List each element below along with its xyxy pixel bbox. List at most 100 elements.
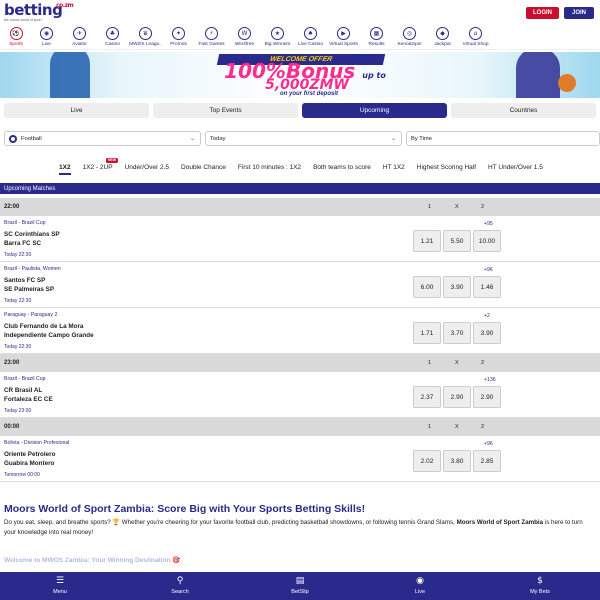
- category-nav: ⚽ Sports ◉ Live ✈ Aviator ♣ Casino ♛ MWOS Leagu..…: [0, 26, 600, 50]
- home-team: Club Fernando de La Mora: [4, 323, 84, 330]
- category-aviator[interactable]: ✈ Aviator: [63, 26, 96, 47]
- category-label: Live Casino: [297, 42, 324, 47]
- join-button[interactable]: JOIN: [563, 7, 594, 19]
- sport-select[interactable]: Football ⌄: [4, 131, 201, 146]
- aviator-icon: ✈: [73, 27, 86, 40]
- promo-banner[interactable]: WELCOME OFFER 100%Bonus up to 5,000ZMW o…: [0, 52, 600, 98]
- league-name[interactable]: Brazil - Brazil Cup: [4, 220, 46, 226]
- odds-home-button[interactable]: 6.00: [413, 276, 441, 298]
- chevron-down-icon: ⌄: [189, 136, 195, 142]
- league-name[interactable]: Paraguay - Paraguay 2: [4, 312, 57, 318]
- league-name[interactable]: Brazil - Paulista, Women: [4, 266, 61, 272]
- category-label: Live: [42, 42, 51, 47]
- category-casino[interactable]: ♣ Casino: [96, 26, 129, 47]
- odds-away-button[interactable]: 1.46: [473, 276, 501, 298]
- match-row[interactable]: Brazil - Brazil Cup SC Corinthians SP Barr…: [0, 216, 600, 262]
- match-row[interactable]: Paraguay - Paraguay 2 Club Fernando de La…: [0, 308, 600, 354]
- odds-draw-button[interactable]: 5.50: [443, 230, 471, 252]
- more-markets-link[interactable]: +136: [484, 377, 496, 383]
- odds-away-button[interactable]: 2.85: [473, 450, 501, 472]
- page-root: betting co.zm the moors world of sport LO…: [0, 0, 600, 600]
- more-markets-link[interactable]: +2: [484, 313, 490, 319]
- odds-home-button[interactable]: 1.71: [413, 322, 441, 344]
- bottom-nav-live[interactable]: ◉ Live: [360, 572, 480, 600]
- market-tab-first-10-minutes-1x2[interactable]: First 10 minutes : 1X2: [238, 164, 301, 171]
- odds-away-button[interactable]: 2.90: [473, 386, 501, 408]
- banner-amount: 5,000ZMW: [265, 77, 349, 93]
- sport-select-value: Football: [21, 135, 42, 142]
- bottom-nav-betslip[interactable]: ▤ BetSlip: [240, 572, 360, 600]
- more-markets-link[interactable]: +95: [484, 221, 493, 227]
- sort-select[interactable]: By Time: [406, 131, 600, 146]
- odds-column-draw: X: [455, 204, 459, 210]
- category-virtual-sports[interactable]: ▶ Virtual Sports: [327, 26, 360, 47]
- odds-draw-button[interactable]: 3.80: [443, 450, 471, 472]
- category-fast-games[interactable]: ⚡ Fast Games: [195, 26, 228, 47]
- odds-column-home: 1: [428, 204, 432, 210]
- time-group-header: 23:00 1 X 2: [0, 354, 600, 372]
- market-tab-under-over-2-5[interactable]: Under/Over 2.5: [125, 164, 169, 171]
- header: betting co.zm the moors world of sport LO…: [0, 0, 600, 26]
- league-name[interactable]: Brazil - Brazil Cup: [4, 376, 46, 382]
- tab-countries[interactable]: Countries: [451, 103, 596, 118]
- more-markets-link[interactable]: +96: [484, 267, 493, 273]
- match-row[interactable]: Bolivia - Division Profesional Oriente Pe…: [0, 436, 600, 482]
- match-row[interactable]: Brazil - Brazil Cup CR Brasil AL Fortaleza…: [0, 372, 600, 418]
- date-select-value: Today: [210, 135, 226, 142]
- match-row[interactable]: Brazil - Paulista, Women Santos FC SP SE P…: [0, 262, 600, 308]
- article-title: Moors World of Sport Zambia: Score Big w…: [4, 503, 366, 515]
- login-button[interactable]: LOGIN: [525, 7, 559, 19]
- odds-draw-button[interactable]: 3.90: [443, 276, 471, 298]
- away-team: SE Palmeiras SP: [4, 286, 55, 293]
- search-icon: ⚲: [176, 576, 184, 586]
- category-label: Keno&Spin: [397, 42, 422, 47]
- home-team: SC Corinthians SP: [4, 231, 60, 238]
- odds-column-away: 2: [481, 424, 485, 430]
- market-tab-1x2[interactable]: 1X2: [59, 164, 71, 175]
- odds-away-button[interactable]: 3.90: [473, 322, 501, 344]
- market-tab-highest-scoring-half[interactable]: Highest Scoring Half: [417, 164, 476, 171]
- banner-subtitle: on your first deposit: [280, 91, 339, 97]
- bottom-nav-search[interactable]: ⚲ Search: [120, 572, 240, 600]
- odds-home-button[interactable]: 2.02: [413, 450, 441, 472]
- odds-column-away: 2: [481, 360, 485, 366]
- tab-upcoming[interactable]: Upcoming: [302, 103, 447, 118]
- category-win4free[interactable]: W Win4free: [228, 26, 261, 47]
- category-mwos-leagu[interactable]: ♛ MWOS Leagu..: [129, 26, 162, 47]
- category-big-winners[interactable]: ★ Big Winners: [261, 26, 294, 47]
- category-keno-spin[interactable]: ◎ Keno&Spin: [393, 26, 426, 47]
- category-promos[interactable]: ✦ Promos: [162, 26, 195, 47]
- my-bets-icon: $: [537, 576, 543, 586]
- market-tab-label: HT Under/Over 1.5: [488, 163, 543, 171]
- category-results[interactable]: ▦ Results: [360, 26, 393, 47]
- more-markets-link[interactable]: +96: [484, 441, 493, 447]
- odds-home-button[interactable]: 2.37: [413, 386, 441, 408]
- market-tab-ht-under-over-1-5[interactable]: HT Under/Over 1.5: [488, 164, 543, 171]
- betslip-icon: ▤: [295, 576, 305, 586]
- date-select[interactable]: Today ⌄: [205, 131, 402, 146]
- category-virtual-shop[interactable]: ⌂ Virtual Shop: [459, 26, 492, 47]
- bottom-nav-menu[interactable]: ☰ Menu: [0, 572, 120, 600]
- market-tab-double-chance[interactable]: Double Chance: [181, 164, 226, 171]
- category-sports[interactable]: ⚽ Sports: [2, 26, 30, 47]
- odds-home-button[interactable]: 1.21: [413, 230, 441, 252]
- category-live[interactable]: ◉ Live: [30, 26, 63, 47]
- bottom-nav-my-bets[interactable]: $ My Bets: [480, 572, 600, 600]
- tab-live[interactable]: Live: [4, 103, 149, 118]
- odds-draw-button[interactable]: 2.90: [443, 386, 471, 408]
- odds-away-button[interactable]: 10.00: [473, 230, 501, 252]
- market-tab-1x2-2up[interactable]: 1X2 - 2UP NEW: [83, 157, 118, 171]
- odds-draw-button[interactable]: 3.70: [443, 322, 471, 344]
- logo[interactable]: betting co.zm the moors world of sport: [4, 3, 74, 23]
- jackpot-icon: ◆: [436, 27, 449, 40]
- match-time: Today 22:30: [4, 298, 32, 304]
- fast-games-icon: ⚡: [205, 27, 218, 40]
- league-name[interactable]: Bolivia - Division Profesional: [4, 440, 69, 446]
- keno-icon: ◎: [403, 27, 416, 40]
- market-tab-ht-1x2[interactable]: HT 1X2: [383, 164, 405, 171]
- market-tab-both-teams-to-score[interactable]: Both teams to score: [313, 164, 371, 171]
- category-live-casino[interactable]: ♠ Live Casino: [294, 26, 327, 47]
- tab-top-events[interactable]: Top Events: [153, 103, 298, 118]
- time-group-header: 00:00 1 X 2: [0, 418, 600, 436]
- category-jackpot[interactable]: ◆ Jackpot: [426, 26, 459, 47]
